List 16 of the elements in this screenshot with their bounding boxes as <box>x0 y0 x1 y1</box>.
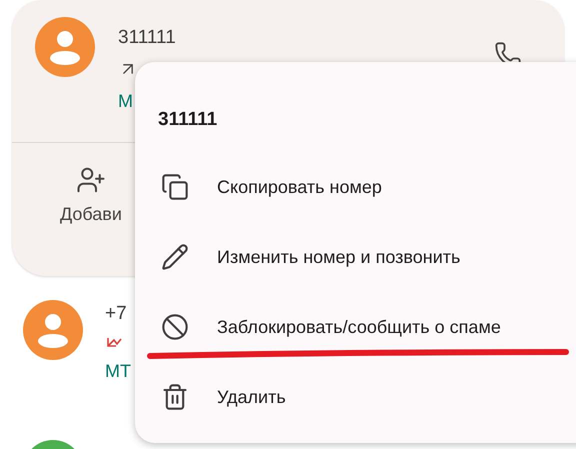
menu-item[interactable]: Заблокировать/сообщить о спаме <box>135 292 576 362</box>
menu-item[interactable]: Скопировать номер <box>135 152 576 222</box>
carrier-label: МТ <box>105 360 131 383</box>
menu-title: 311111 <box>158 108 218 132</box>
missed-call-icon <box>105 335 123 349</box>
block-icon <box>161 313 189 341</box>
trash-icon <box>161 383 189 411</box>
menu-item[interactable]: Удалить <box>135 362 576 432</box>
phone-number: +7 <box>105 302 128 326</box>
phone-number: 311111 <box>118 26 176 50</box>
pencil-icon <box>161 243 189 271</box>
menu-item[interactable]: Изменить номер и позвонить <box>135 222 576 292</box>
copy-icon <box>161 173 189 201</box>
add-contact-button[interactable]: Добави <box>60 165 122 228</box>
add-person-icon <box>76 165 106 195</box>
carrier-label: М <box>118 90 134 113</box>
